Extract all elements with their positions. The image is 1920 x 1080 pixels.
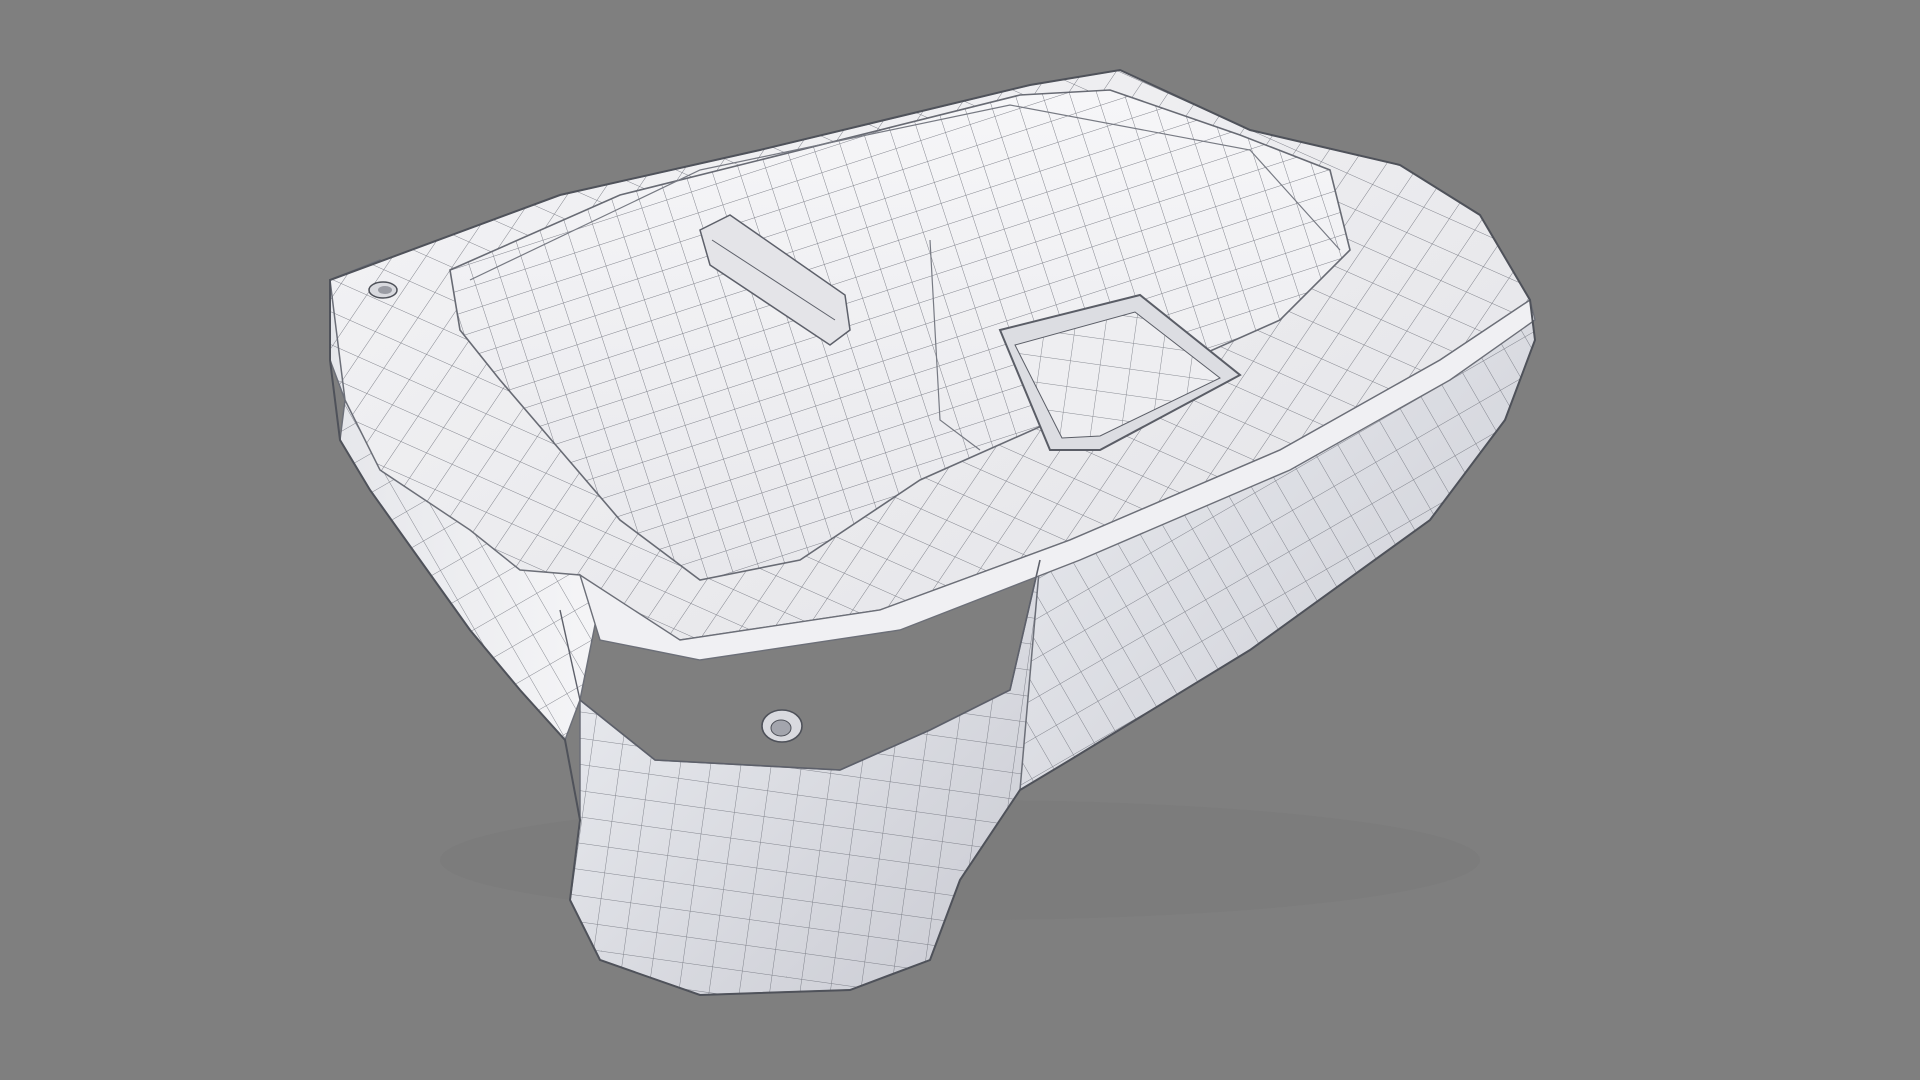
screw-hole-left [368, 281, 398, 299]
screw-hole-front [761, 709, 803, 743]
mesh-render [329, 68, 1537, 997]
3d-viewport[interactable] [0, 0, 1920, 1080]
